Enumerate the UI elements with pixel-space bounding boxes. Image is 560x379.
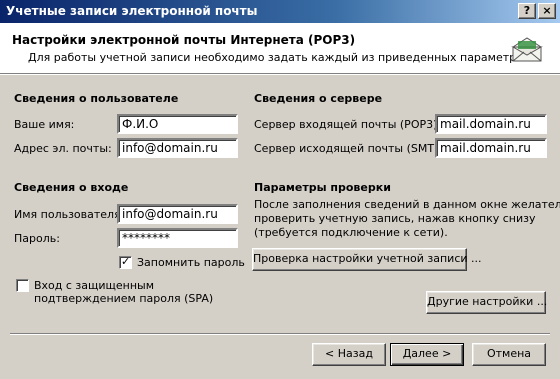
test-account-button[interactable]: Проверка настройки учетной записи ... bbox=[252, 248, 482, 271]
logon-info-section-title: Сведения о входе bbox=[14, 181, 129, 194]
remember-password-checkbox[interactable]: ✓ bbox=[119, 255, 132, 269]
test-description-line3: (требуется подключение к сети). bbox=[254, 226, 448, 239]
outgoing-server-field[interactable]: mail.domain.ru bbox=[435, 138, 547, 158]
help-button[interactable]: ? bbox=[518, 3, 536, 19]
back-button[interactable]: < Назад bbox=[312, 343, 386, 366]
title-bar: Учетные записи электронной почты ? × bbox=[0, 0, 560, 23]
remember-password-label: Запомнить пароль bbox=[137, 256, 245, 269]
spa-checkbox[interactable] bbox=[16, 279, 29, 292]
username-field[interactable]: info@domain.ru bbox=[117, 204, 238, 224]
incoming-server-label: Сервер входящей почты (POP3): bbox=[254, 118, 442, 131]
window-title: Учетные записи электронной почты bbox=[6, 4, 258, 18]
server-info-section-title: Сведения о сервере bbox=[254, 92, 383, 105]
name-label: Ваше имя: bbox=[14, 118, 75, 131]
password-label: Пароль: bbox=[14, 232, 60, 245]
spa-label-line2: подтверждением пароля (SPA) bbox=[34, 292, 214, 305]
checkmark-icon: ✓ bbox=[121, 255, 131, 268]
name-field[interactable]: Ф.И.О bbox=[117, 114, 238, 134]
username-label: Имя пользователя: bbox=[14, 208, 125, 221]
header-subtitle: Для работы учетной записи необходимо зад… bbox=[28, 51, 533, 64]
close-button[interactable]: × bbox=[538, 3, 556, 19]
outgoing-server-label: Сервер исходящей почты (SMTP): bbox=[254, 142, 449, 155]
wizard-header: Настройки электронной почты Интернета (P… bbox=[0, 23, 560, 74]
next-button[interactable]: Далее > bbox=[390, 343, 464, 366]
envelope-icon bbox=[511, 37, 543, 62]
incoming-server-field[interactable]: mail.domain.ru bbox=[435, 114, 547, 134]
more-settings-button[interactable]: Другие настройки ... bbox=[426, 291, 547, 314]
footer-divider bbox=[10, 333, 550, 335]
password-field[interactable]: ******** bbox=[117, 228, 238, 248]
email-label: Адрес эл. почты: bbox=[14, 142, 112, 155]
test-settings-section-title: Параметры проверки bbox=[254, 181, 391, 194]
user-info-section-title: Сведения о пользователе bbox=[14, 92, 179, 105]
spa-label-line1: Вход с защищенным bbox=[34, 279, 155, 292]
cancel-button[interactable]: Отмена bbox=[472, 343, 546, 366]
email-field[interactable]: info@domain.ru bbox=[117, 138, 238, 158]
test-description-line1: После заполнения сведений в данном окне … bbox=[254, 198, 560, 211]
test-description-line2: проверить учетную запись, нажав кнопку с… bbox=[254, 212, 536, 225]
header-title: Настройки электронной почты Интернета (P… bbox=[12, 33, 356, 47]
